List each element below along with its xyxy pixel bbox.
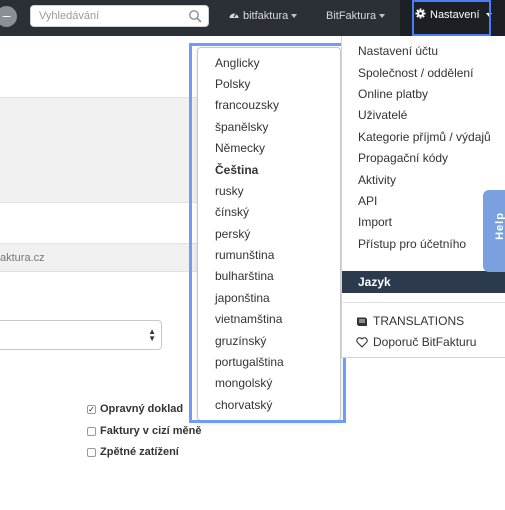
- language-item-spanish[interactable]: španělsky: [215, 120, 268, 134]
- language-item-russian[interactable]: rusky: [215, 184, 244, 198]
- checkbox[interactable]: ✓: [87, 404, 96, 414]
- checkbox-label: Faktury v cizí měně: [100, 425, 202, 437]
- language-item-mongolian[interactable]: mongolský: [215, 376, 272, 390]
- brand-label: BitFaktura: [326, 10, 377, 22]
- help-tab[interactable]: Help: [483, 190, 505, 272]
- language-item-polish[interactable]: Polsky: [215, 77, 250, 91]
- settings-item-account[interactable]: Nastavení účtu: [358, 44, 438, 58]
- language-item-czech[interactable]: Čeština: [215, 163, 258, 177]
- settings-item-api[interactable]: API: [358, 194, 377, 208]
- search-icon[interactable]: [188, 9, 202, 23]
- settings-label: Nastavení: [430, 9, 480, 21]
- settings-item-promo-codes[interactable]: Propagační kódy: [358, 151, 448, 165]
- translations-label: TRANSLATIONS: [373, 314, 465, 328]
- checkbox-reverse-charge[interactable]: Zpětné zatížení: [87, 444, 179, 460]
- settings-dropdown: Nastavení účtu Společnost / oddělení Onl…: [341, 36, 505, 358]
- language-dropdown: Anglicky Polsky francouzsky španělsky Ně…: [197, 47, 341, 421]
- chevron-down-icon: [379, 14, 386, 19]
- search-box: [30, 5, 209, 27]
- gear-icon: [415, 8, 426, 19]
- settings-item-accountant-access[interactable]: Přístup pro účetního: [358, 237, 466, 251]
- checkbox-label: Opravný doklad: [100, 403, 184, 415]
- language-item-portuguese[interactable]: portugalština: [215, 355, 284, 369]
- language-item-croatian[interactable]: chorvatský: [215, 398, 272, 412]
- select-arrows-icon: ▲ ▼: [148, 327, 156, 343]
- language-item-bulgarian[interactable]: bulharština: [215, 269, 274, 283]
- account-label: bitfaktura: [243, 10, 289, 22]
- settings-item-users[interactable]: Uživatelé: [358, 108, 407, 122]
- settings-item-language-label: Jazyk: [358, 275, 391, 289]
- gauge-icon: [229, 13, 239, 18]
- language-item-chinese[interactable]: čínský: [215, 205, 249, 219]
- checkbox[interactable]: [87, 426, 96, 436]
- url-field-value: aktura.cz: [0, 252, 45, 264]
- url-field[interactable]: aktura.cz: [0, 243, 197, 272]
- language-item-georgian[interactable]: gruzínský: [215, 334, 266, 348]
- settings-item-categories[interactable]: Kategorie příjmů / výdajů: [358, 130, 491, 144]
- checkbox[interactable]: [87, 447, 96, 457]
- language-item-english[interactable]: Anglicky: [215, 56, 260, 70]
- divider: [342, 302, 505, 303]
- settings-item-online-payments[interactable]: Online platby: [358, 87, 428, 101]
- settings-menu-toggle[interactable]: Nastavení: [400, 0, 505, 36]
- chevron-down-icon: [485, 13, 492, 18]
- checkbox-label: Zpětné zatížení: [100, 446, 179, 458]
- help-label: Help: [493, 212, 505, 240]
- account-menu[interactable]: bitfaktura: [228, 0, 298, 36]
- settings-item-language[interactable]: Jazyk: [342, 271, 505, 293]
- language-item-romanian[interactable]: rumunština: [215, 248, 274, 262]
- book-icon: [357, 317, 367, 326]
- checkbox-foreign-currency[interactable]: Faktury v cizí měně: [87, 423, 202, 439]
- language-item-japanese[interactable]: japonština: [215, 291, 270, 305]
- settings-item-import[interactable]: Import: [358, 215, 392, 229]
- recommend-label: Doporuč BitFakturu: [373, 335, 477, 349]
- language-item-vietnamese[interactable]: vietnamština: [215, 312, 282, 326]
- language-item-persian[interactable]: perský: [215, 227, 250, 241]
- select-field[interactable]: ▲ ▼: [0, 320, 162, 350]
- heart-icon: [356, 336, 368, 348]
- translations-link[interactable]: TRANSLATIONS: [356, 314, 464, 328]
- chevron-down-icon: [291, 14, 298, 19]
- checkbox-corrective-document[interactable]: ✓ Opravný doklad: [87, 401, 183, 417]
- settings-item-activities[interactable]: Aktivity: [358, 173, 396, 187]
- language-item-german[interactable]: Německy: [215, 141, 265, 155]
- brand-menu[interactable]: BitFaktura: [326, 0, 386, 36]
- settings-item-company[interactable]: Společnost / oddělení: [358, 66, 473, 80]
- recommend-link[interactable]: Doporuč BitFakturu: [356, 335, 476, 349]
- search-input[interactable]: [39, 8, 189, 24]
- menu-dot-button[interactable]: –: [0, 6, 17, 27]
- top-navbar: – bitfaktura BitFaktura Nastavení: [0, 0, 505, 36]
- language-item-french[interactable]: francouzsky: [215, 98, 279, 112]
- content-panel: [0, 97, 197, 203]
